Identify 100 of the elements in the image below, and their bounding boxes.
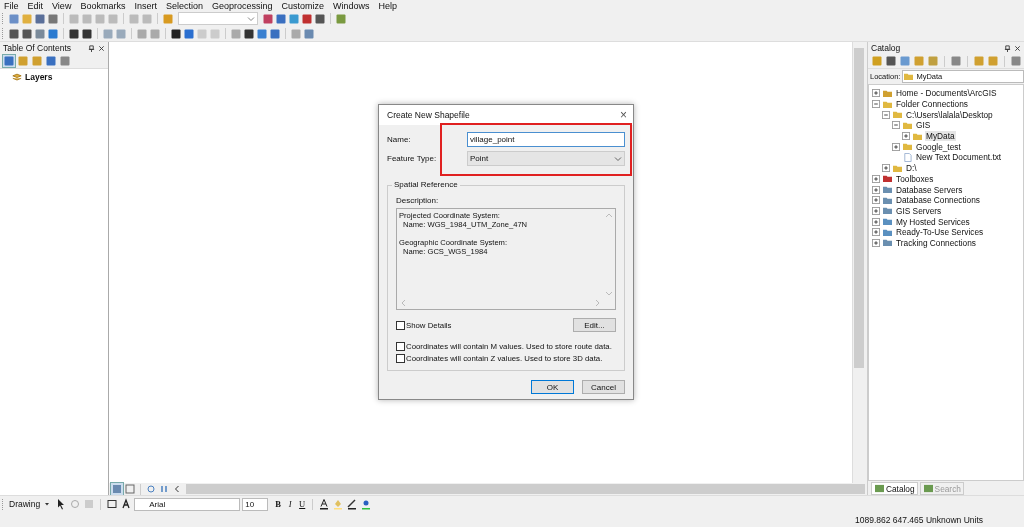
checkbox[interactable] [396,354,405,363]
tree-item[interactable]: Database Connections [895,195,981,206]
scroll-left-icon[interactable] [400,299,406,307]
tool-icon[interactable] [885,55,897,67]
coordinates-readout: 1089.862 647.465 Unknown Units [855,514,985,525]
expand-icon[interactable] [902,132,910,141]
tree-item[interactable]: Ready-To-Use Services [895,227,985,238]
tree-item[interactable]: Folder Connections [895,99,969,110]
dialog-title: Create New Shapefile [387,110,470,120]
folder-icon [882,185,893,195]
edit-button[interactable]: Edit... [573,318,616,332]
tree-item[interactable]: My Hosted Services [895,216,971,227]
collapse-icon[interactable] [872,100,880,109]
expand-icon[interactable] [872,228,880,237]
expand-icon[interactable] [872,89,880,98]
expand-icon[interactable] [872,206,880,215]
catalog-icon [874,484,885,493]
caret-icon[interactable] [44,501,51,507]
layers-label[interactable]: Layers [25,72,53,82]
expand-icon[interactable] [872,217,880,226]
menu-item[interactable]: File [4,0,19,11]
folder-icon [912,131,923,141]
scroll-right-icon[interactable] [595,299,601,307]
tool-icon[interactable] [68,27,80,40]
font-color-icon[interactable] [318,498,331,510]
text-style-button[interactable]: I [285,499,296,509]
menu-item[interactable]: Geoprocessing [211,0,273,11]
menu-item[interactable]: Insert [134,0,157,11]
vertical-scrollbar[interactable] [852,42,865,483]
folder-icon [882,88,893,98]
close-button[interactable]: × [620,108,627,122]
tool-icon[interactable] [21,27,33,40]
pin-icon[interactable] [1004,44,1011,52]
checkbox[interactable] [396,342,405,351]
font-dropdown[interactable]: Arial [134,497,241,511]
menu-item[interactable]: Selection [165,0,203,11]
panel-tab[interactable]: Catalog [871,482,918,495]
tree-item[interactable]: Google_test [915,141,962,152]
chevron-down-icon [247,14,255,23]
folder-icon [882,217,893,227]
search-icon [922,484,934,493]
text-style-button[interactable]: B [273,499,284,509]
tree-item[interactable]: New Text Document.txt [915,152,1003,163]
folder-icon [882,99,893,109]
scroll-up-icon[interactable] [605,212,613,218]
folder-icon [882,206,893,216]
menu-item[interactable]: View [52,0,72,11]
feature-type-dropdown[interactable]: Point [467,151,625,166]
tool-icon[interactable] [243,27,255,40]
pin-icon[interactable] [88,44,95,52]
menu-item[interactable]: Windows [333,0,370,11]
tree-item[interactable]: Database Servers [895,184,964,195]
expand-icon[interactable] [882,164,890,173]
tool-icon[interactable] [8,27,20,40]
folder-icon [892,110,903,120]
expand-icon[interactable] [872,174,880,183]
folder-icon [882,227,893,237]
tool-icon[interactable] [314,12,326,25]
expand-icon[interactable] [892,142,900,151]
rectangle-icon[interactable] [106,498,119,510]
text-style-button[interactable]: U [297,499,308,509]
fill-color-icon[interactable] [332,498,345,510]
tool-icon[interactable] [170,27,182,40]
expand-icon[interactable] [872,185,880,194]
line-color-icon[interactable] [346,498,359,510]
panel-title: Catalog [871,43,902,53]
tree-item[interactable]: C:\Users\lalala\Desktop [905,109,994,120]
tree-item[interactable]: GIS [915,120,932,131]
field-label: Feature Type: [387,154,438,163]
horizontal-scrollbar[interactable] [186,484,865,494]
folder-icon [882,174,893,184]
pause-icon[interactable] [158,483,170,495]
menu-item[interactable]: Customize [281,0,324,11]
scroll-down-icon[interactable] [605,291,613,297]
name-input[interactable]: village_point [467,132,625,147]
tree-item[interactable]: Tracking Connections [895,237,977,248]
menu-item[interactable]: Edit [27,0,44,11]
menu-item[interactable]: Bookmarks [80,0,126,11]
ok-button[interactable]: OK [531,380,574,394]
tree-item[interactable]: Home - Documents\ArcGIS [895,88,998,99]
tool-icon[interactable] [81,27,93,40]
expand-icon[interactable] [872,238,880,247]
cancel-button[interactable]: Cancel [582,380,625,394]
tree-item[interactable]: GIS Servers [895,205,943,216]
collapse-icon[interactable] [882,110,890,119]
marker-color-icon[interactable] [360,498,373,510]
close-icon[interactable] [1014,44,1021,52]
layers-icon [12,72,22,82]
collapse-icon[interactable] [892,121,900,130]
tree-item[interactable]: MyData [925,131,956,142]
tree-item[interactable]: Toolboxes [895,173,935,184]
tree-item[interactable]: D:\ [905,163,918,174]
expand-icon[interactable] [872,196,880,205]
folder-icon [892,163,903,173]
menu-item[interactable]: Help [378,0,398,11]
document-icon [902,152,913,162]
checkbox[interactable] [396,320,405,330]
drawing-menu[interactable]: Drawing [9,499,41,509]
close-icon[interactable] [98,44,105,52]
font-size-dropdown[interactable]: 10 [242,497,269,511]
